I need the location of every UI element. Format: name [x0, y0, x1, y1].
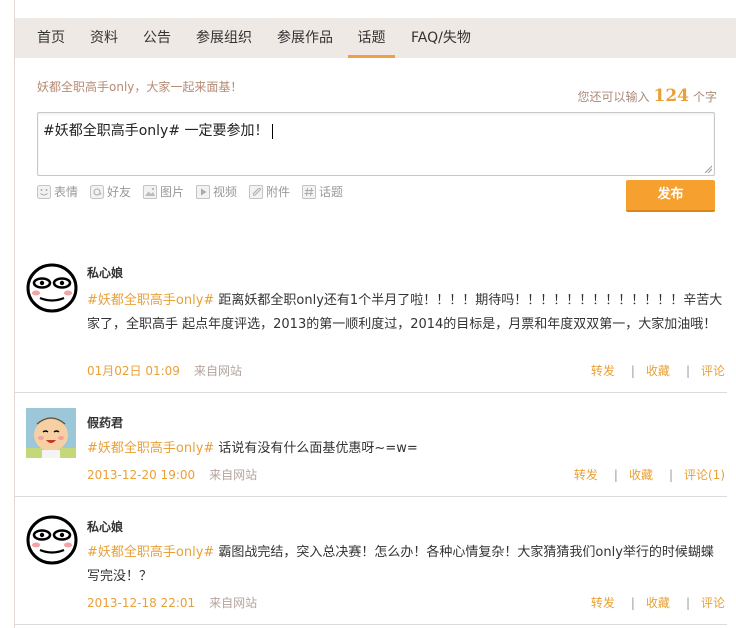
post-source: 来自网站	[193, 364, 242, 378]
counter-value: 124	[653, 86, 689, 106]
post-item: 私心娘 #妖都全职高手only# 霸图战完结，突入总决赛！怎么办！各种心情复杂！…	[15, 496, 727, 625]
image-icon	[143, 185, 157, 199]
repost-link[interactable]: 转发	[574, 468, 598, 482]
post-username[interactable]: 假药君	[87, 414, 123, 431]
nav-home[interactable]: 首页	[37, 18, 65, 58]
counter-prefix: 您还可以输入	[577, 90, 650, 104]
post-time[interactable]: 2013-12-18 22:01	[87, 596, 195, 610]
nav-exhibit-works[interactable]: 参展作品	[277, 18, 333, 58]
action-divider: |	[668, 468, 673, 482]
nav-faq-lost[interactable]: FAQ/失物	[411, 18, 471, 58]
action-divider: |	[685, 364, 690, 378]
tool-emoticon-label: 表情	[54, 185, 79, 199]
action-divider: |	[630, 596, 635, 610]
post-hashtag[interactable]: #妖都全职高手only#	[87, 545, 214, 560]
post-time[interactable]: 2013-12-20 19:00	[87, 468, 195, 482]
resize-grip-icon[interactable]	[704, 165, 712, 173]
post-time[interactable]: 01月02日 01:09	[87, 364, 180, 378]
paperclip-icon	[249, 185, 263, 199]
comment-link[interactable]: 评论(1)	[684, 468, 725, 482]
char-counter: 您还可以输入 124 个字	[577, 86, 717, 106]
troll-face-avatar[interactable]	[26, 514, 78, 566]
nav-topics-label: 话题	[357, 30, 386, 46]
post-hashtag[interactable]: #妖都全职高手only#	[87, 293, 214, 308]
at-icon	[90, 185, 104, 199]
nav-profile[interactable]: 资料	[90, 18, 118, 58]
action-divider: |	[630, 364, 635, 378]
cartoon-boy-avatar[interactable]	[26, 408, 76, 458]
post-meta: 2013-12-18 22:01 来自网站	[87, 594, 257, 611]
post-content: #妖都全职高手only# 话说有没有什么面基优惠呀~=w=	[87, 437, 723, 461]
post-source: 来自网站	[209, 596, 258, 610]
post-text: 话说有没有什么面基优惠呀~=w=	[214, 441, 418, 456]
tool-topic-label: 话题	[319, 185, 344, 199]
favorite-link[interactable]: 收藏	[629, 468, 653, 482]
post-meta: 01月02日 01:09 来自网站	[87, 362, 242, 379]
tool-friends-label: 好友	[107, 185, 132, 199]
page-frame: 首页 资料 公告 参展组织 参展作品 话题 FAQ/失物 妖都全职高手only，…	[14, 0, 736, 628]
post-composer: 妖都全职高手only，大家一起来面基！ 您还可以输入 124 个字 #妖都全职高手o…	[15, 58, 736, 226]
post-text-value: #妖都全职高手only# 一定要参加！	[43, 123, 269, 139]
nav-announcements[interactable]: 公告	[143, 18, 171, 58]
repost-link[interactable]: 转发	[591, 364, 615, 378]
comment-link[interactable]: 评论	[701, 596, 725, 610]
post-content: #妖都全职高手only# 霸图战完结，突入总决赛！怎么办！各种心情复杂！大家猜猜…	[87, 541, 723, 589]
post-username[interactable]: 私心娘	[87, 264, 123, 281]
tool-video-label: 视频	[213, 185, 238, 199]
post-item: 私心娘 #妖都全职高手only# 距离妖都全职only还有1个半月了啦！！！！期…	[15, 226, 727, 393]
post-actions: 转发 | 收藏 | 评论(1)	[574, 466, 725, 483]
action-divider: |	[613, 468, 618, 482]
nav-topics[interactable]: 话题	[348, 18, 395, 58]
post-username[interactable]: 私心娘	[87, 518, 123, 535]
repost-link[interactable]: 转发	[591, 596, 615, 610]
hashtag-icon	[302, 185, 316, 199]
post-text: #妖都全职高手only# 一定要参加！	[43, 120, 273, 140]
top-nav: 首页 资料 公告 参展组织 参展作品 话题 FAQ/失物	[15, 18, 736, 59]
favorite-link[interactable]: 收藏	[646, 596, 670, 610]
post-actions: 转发 | 收藏 | 评论	[591, 362, 725, 379]
troll-face-avatar[interactable]	[26, 262, 78, 314]
text-caret	[271, 123, 273, 139]
publish-button[interactable]: 发布	[626, 180, 715, 212]
tool-attachment-label: 附件	[266, 185, 291, 199]
favorite-link[interactable]: 收藏	[646, 364, 670, 378]
post-meta: 2013-12-20 19:00 来自网站	[87, 466, 257, 483]
video-icon	[196, 185, 210, 199]
tool-image-label: 图片	[160, 185, 185, 199]
nav-exhibitor-groups[interactable]: 参展组织	[196, 18, 252, 58]
post-actions: 转发 | 收藏 | 评论	[591, 594, 725, 611]
post-hashtag[interactable]: #妖都全职高手only#	[87, 441, 214, 456]
counter-suffix: 个字	[692, 90, 717, 104]
smiley-icon	[37, 185, 51, 199]
post-textarea[interactable]: #妖都全职高手only# 一定要参加！	[37, 112, 715, 176]
action-divider: |	[685, 596, 690, 610]
composer-hint: 妖都全职高手only，大家一起来面基！	[37, 80, 243, 94]
post-content: #妖都全职高手only# 距离妖都全职only还有1个半月了啦！！！！期待吗！！…	[87, 289, 723, 337]
comment-link[interactable]: 评论	[701, 364, 725, 378]
post-item: 假药君 #妖都全职高手only# 话说有没有什么面基优惠呀~=w= 2013-1…	[15, 392, 727, 497]
post-source: 来自网站	[209, 468, 258, 482]
